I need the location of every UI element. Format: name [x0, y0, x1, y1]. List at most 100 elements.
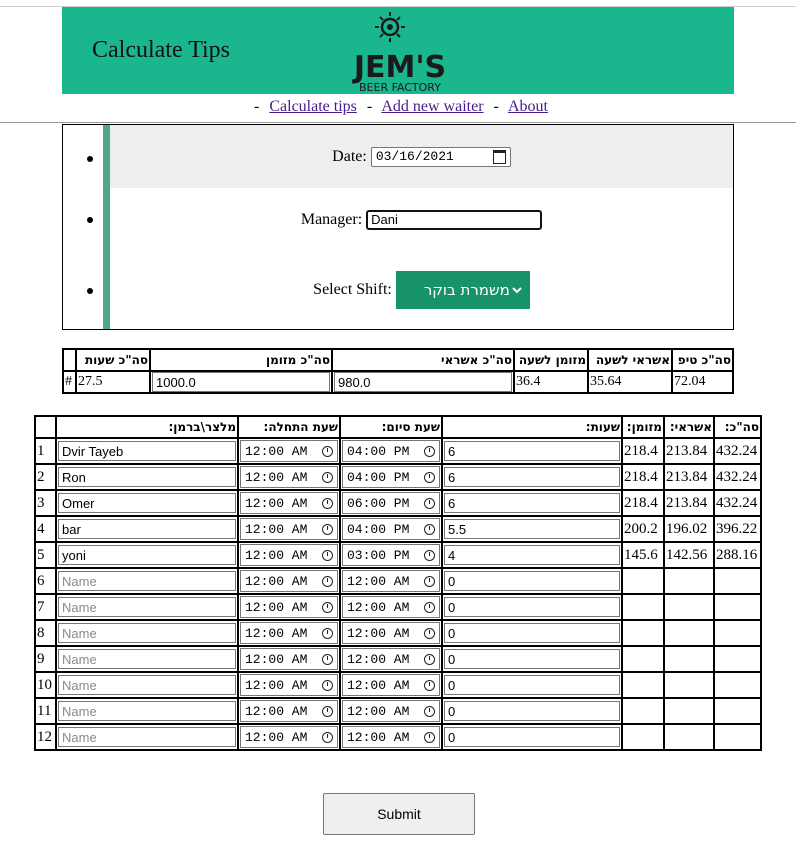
clock-icon[interactable] [322, 627, 333, 639]
waiter-name-input[interactable]: Name [58, 649, 236, 669]
start-time-input[interactable]: 12:00 AM [240, 466, 338, 488]
hours-input[interactable]: 0 [444, 649, 620, 669]
end-time-input[interactable]: 12:00 AM [342, 700, 440, 722]
end-time-input[interactable]: 04:00 PM [342, 466, 440, 488]
end-time-input[interactable]: 12:00 AM [342, 648, 440, 670]
clock-icon[interactable] [322, 523, 333, 535]
cash-cell [621, 645, 665, 673]
hours-input[interactable]: 0 [444, 571, 620, 591]
bullet-icon [87, 217, 93, 223]
start-time-input[interactable]: 12:00 AM [240, 700, 338, 722]
total-credit-input[interactable]: 980.0 [334, 372, 512, 392]
waiter-name-input[interactable]: Name [58, 675, 236, 695]
start-time-input[interactable]: 12:00 AM [240, 440, 338, 462]
hours-input[interactable]: 6 [444, 467, 620, 487]
start-time-input[interactable]: 12:00 AM [240, 518, 338, 540]
end-time-input[interactable]: 12:00 AM [342, 674, 440, 696]
clock-icon[interactable] [322, 575, 333, 587]
clock-icon[interactable] [322, 549, 333, 561]
total-cell: 432.24 [713, 489, 762, 517]
clock-icon[interactable] [322, 445, 333, 457]
hours-input[interactable]: 6 [444, 493, 620, 513]
end-time-input[interactable]: 12:00 AM [342, 570, 440, 592]
clock-icon[interactable] [424, 627, 435, 639]
calendar-icon[interactable] [492, 149, 506, 164]
waiter-name-input[interactable]: Omer [58, 493, 236, 513]
waiter-name-input[interactable]: Dvir Tayeb [58, 441, 236, 461]
credit-cell: 196.02 [663, 515, 715, 543]
start-time-input[interactable]: 12:00 AM [240, 648, 338, 670]
hours-input[interactable]: 5.5 [444, 519, 620, 539]
start-time-input[interactable]: 12:00 AM [240, 726, 338, 748]
clock-icon[interactable] [424, 523, 435, 535]
clock-icon[interactable] [322, 731, 333, 743]
clock-icon[interactable] [322, 601, 333, 613]
clock-icon[interactable] [424, 653, 435, 665]
waiter-name-input[interactable]: Name [58, 623, 236, 643]
start-time-input[interactable]: 12:00 AM [240, 674, 338, 696]
waiter-name-input[interactable]: yoni [58, 545, 236, 565]
hours-input[interactable]: 0 [444, 701, 620, 721]
waiter-name-input[interactable]: Name [58, 701, 236, 721]
hours-input[interactable]: 0 [444, 597, 620, 617]
start-time-input[interactable]: 12:00 AM [240, 596, 338, 618]
clock-icon[interactable] [424, 497, 435, 509]
total-cell: 432.24 [713, 463, 762, 491]
start-time-value: 12:00 AM [245, 651, 308, 667]
waiter-name-input[interactable]: Name [58, 597, 236, 617]
cash-cell [621, 697, 665, 725]
end-time-input[interactable]: 03:00 PM [342, 544, 440, 566]
end-time-input[interactable]: 06:00 PM [342, 492, 440, 514]
total-cell [713, 723, 762, 751]
waiter-name-input[interactable]: Ron [58, 467, 236, 487]
start-time-input[interactable]: 12:00 AM [240, 492, 338, 514]
clock-icon[interactable] [322, 653, 333, 665]
start-time-input[interactable]: 12:00 AM [240, 544, 338, 566]
clock-icon[interactable] [424, 601, 435, 613]
start-cell: 12:00 AM [237, 489, 341, 517]
clock-icon[interactable] [322, 497, 333, 509]
name-cell: Ron [55, 463, 239, 491]
start-time-value: 12:00 AM [245, 469, 308, 485]
end-time-input[interactable]: 04:00 PM [342, 440, 440, 462]
start-time-input[interactable]: 12:00 AM [240, 622, 338, 644]
clock-icon[interactable] [424, 471, 435, 483]
end-time-input[interactable]: 12:00 AM [342, 622, 440, 644]
end-time-input[interactable]: 12:00 AM [342, 726, 440, 748]
hours-input[interactable]: 0 [444, 675, 620, 695]
clock-icon[interactable] [322, 471, 333, 483]
cash-cell [621, 567, 665, 595]
manager-input[interactable]: Dani [366, 209, 543, 230]
credit-cell [663, 619, 715, 647]
nav-add-waiter-link[interactable]: Add new waiter [381, 98, 483, 115]
waiter-name-input[interactable]: Name [58, 571, 236, 591]
nav-divider [0, 122, 796, 123]
end-time-input[interactable]: 04:00 PM [342, 518, 440, 540]
end-time-input[interactable]: 12:00 AM [342, 596, 440, 618]
total-cash-input[interactable]: 1000.0 [152, 372, 330, 392]
row-number: 8 [34, 619, 57, 647]
hours-input[interactable]: 0 [444, 623, 620, 643]
clock-icon[interactable] [424, 575, 435, 587]
waiter-name-input[interactable]: bar [58, 519, 236, 539]
clock-icon[interactable] [424, 705, 435, 717]
nav-about-link[interactable]: About [508, 98, 548, 115]
nav-calculate-tips-link[interactable]: Calculate tips [269, 98, 357, 115]
hours-input[interactable]: 6 [444, 441, 620, 461]
clock-icon[interactable] [424, 731, 435, 743]
submit-button[interactable]: Submit [323, 793, 475, 835]
clock-icon[interactable] [322, 705, 333, 717]
hours-input[interactable]: 4 [444, 545, 620, 565]
shift-select[interactable]: משמרת בוקר [395, 271, 530, 309]
waiter-name-input[interactable]: Name [58, 727, 236, 747]
clock-icon[interactable] [322, 679, 333, 691]
hours-cell: 0 [441, 567, 623, 595]
hours-input[interactable]: 0 [444, 727, 620, 747]
clock-icon[interactable] [424, 445, 435, 457]
clock-icon[interactable] [424, 679, 435, 691]
cash-cell: 218.4 [621, 437, 665, 465]
start-time-input[interactable]: 12:00 AM [240, 570, 338, 592]
start-cell: 12:00 AM [237, 463, 341, 491]
clock-icon[interactable] [424, 549, 435, 561]
date-input[interactable]: 03/16/2021 [370, 146, 511, 167]
